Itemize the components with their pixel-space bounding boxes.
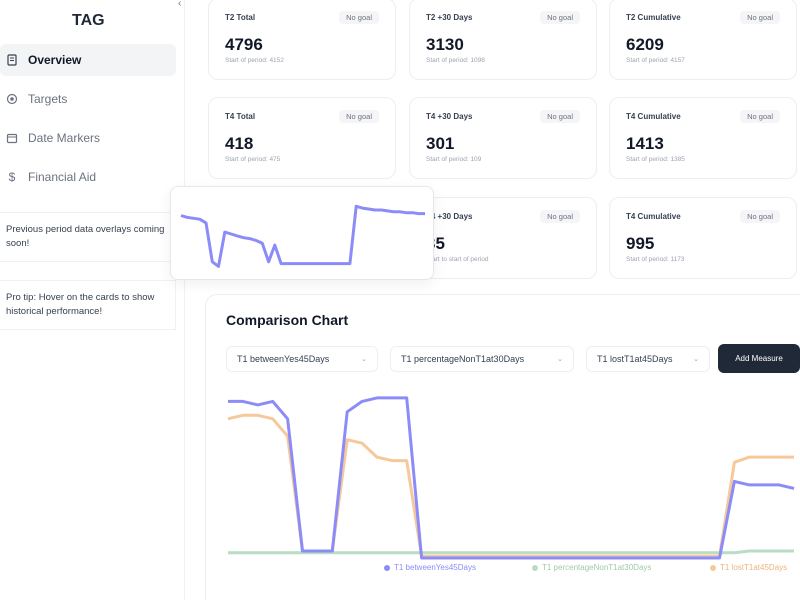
card-subtext: Start to start of period [426,256,489,263]
card-subtext: Start of period: 1173 [626,256,685,263]
card-value: 4796 [225,35,263,54]
goal-badge: No goal [339,110,379,123]
goal-badge: No goal [540,11,580,24]
card-title: T4 Cumulative [626,212,681,221]
select-value: T1 betweenYes45Days [237,354,330,364]
kpi-card[interactable]: T2 Cumulative No goal 6209 Start of peri… [609,0,797,80]
sparkline-path [180,204,425,268]
card-value: 995 [626,234,655,253]
legend-item-orange[interactable]: T1 lostT1at45Days [710,563,787,572]
document-icon [6,54,18,66]
chevron-down-icon: ⌄ [361,356,367,363]
history-sparkline-tooltip [170,186,434,280]
kpi-card[interactable]: T4 Cumulative No goal 995 Start of perio… [609,197,797,279]
card-value: 301 [426,134,455,153]
card-subtext: Start of period: 109 [426,156,482,163]
tip-note: Pro tip: Hover on the cards to show hist… [0,280,176,330]
chevron-left-icon[interactable]: ‹ [178,0,181,9]
goal-badge: No goal [740,210,780,223]
info-note: Previous period data overlays coming soo… [0,212,176,262]
sidebar-item-label: Financial Aid [28,170,97,184]
legend-item-blue[interactable]: T1 betweenYes45Days [384,563,476,572]
card-subtext: Start of period: 1098 [426,57,485,64]
comparison-line-chart [227,396,795,560]
goal-badge: No goal [740,110,780,123]
select-value: T1 percentageNonT1at30Days [401,354,525,364]
legend-swatch [532,564,538,571]
target-icon [6,93,18,105]
kpi-card[interactable]: T4 +30 Days No goal 35 Start to start of… [409,197,597,279]
sidebar-item-financial-aid[interactable]: $ Financial Aid [0,161,176,193]
goal-badge: No goal [339,11,379,24]
legend-item-green[interactable]: T1 percentageNonT1at30Days [532,563,651,572]
goal-badge: No goal [540,110,580,123]
card-subtext: Start of period: 4152 [225,57,284,64]
goal-badge: No goal [740,11,780,24]
chevron-down-icon: ⌄ [557,356,563,363]
card-title: T2 +30 Days [426,13,473,22]
series-line-2 [227,413,794,558]
brand-logo[interactable]: TAG [72,12,105,30]
card-title: T2 Total [225,13,256,22]
card-value: 3130 [426,35,464,54]
legend-swatch [384,564,390,571]
kpi-card[interactable]: T2 Total No goal 4796 Start of period: 4… [208,0,396,80]
card-title: T4 Total [225,112,256,121]
legend-swatch [710,564,716,571]
measure-select-2[interactable]: T1 percentageNonT1at30Days ⌄ [390,346,574,372]
sidebar: TAG ‹ Overview Targets Date Markers $ Fi… [0,0,185,600]
dollar-icon: $ [8,170,16,184]
chart-title: Comparison Chart [226,312,349,328]
card-subtext: Start of period: 4157 [626,57,685,64]
card-subtext: Start of period: 1385 [626,156,685,163]
legend-label: T1 betweenYes45Days [394,563,476,572]
sidebar-item-label: Date Markers [28,131,101,145]
legend-label: T1 lostT1at45Days [720,563,788,572]
add-measure-button[interactable]: Add Measure [718,344,800,373]
sidebar-item-date-markers[interactable]: Date Markers [0,122,176,154]
calendar-icon [6,132,18,144]
sparkline-chart [180,204,425,268]
series-line-1 [228,396,795,560]
goal-badge: No goal [540,210,580,223]
card-value: 418 [225,134,254,153]
chevron-down-icon: ⌄ [693,356,699,363]
kpi-card[interactable]: T4 Cumulative No goal 1413 Start of peri… [609,97,797,179]
kpi-card[interactable]: T4 +30 Days No goal 301 Start of period:… [409,97,597,179]
legend-label: T1 percentageNonT1at30Days [542,563,652,572]
sidebar-item-targets[interactable]: Targets [0,83,176,115]
measure-select-3[interactable]: T1 lostT1at45Days ⌄ [586,346,710,372]
kpi-card[interactable]: T4 Total No goal 418 Start of period: 47… [208,97,396,179]
card-title: T4 +30 Days [426,112,473,121]
select-value: T1 lostT1at45Days [597,354,673,364]
card-subtext: Start of period: 475 [225,156,281,163]
sidebar-item-label: Overview [28,53,82,67]
card-title: T2 Cumulative [626,13,681,22]
sidebar-item-overview[interactable]: Overview [0,44,176,76]
card-value: 1413 [626,134,664,153]
measure-select-1[interactable]: T1 betweenYes45Days ⌄ [226,346,378,372]
sidebar-item-label: Targets [28,92,68,106]
card-value: 6209 [626,35,664,54]
card-title: T4 Cumulative [626,112,681,121]
kpi-card[interactable]: T2 +30 Days No goal 3130 Start of period… [409,0,597,80]
